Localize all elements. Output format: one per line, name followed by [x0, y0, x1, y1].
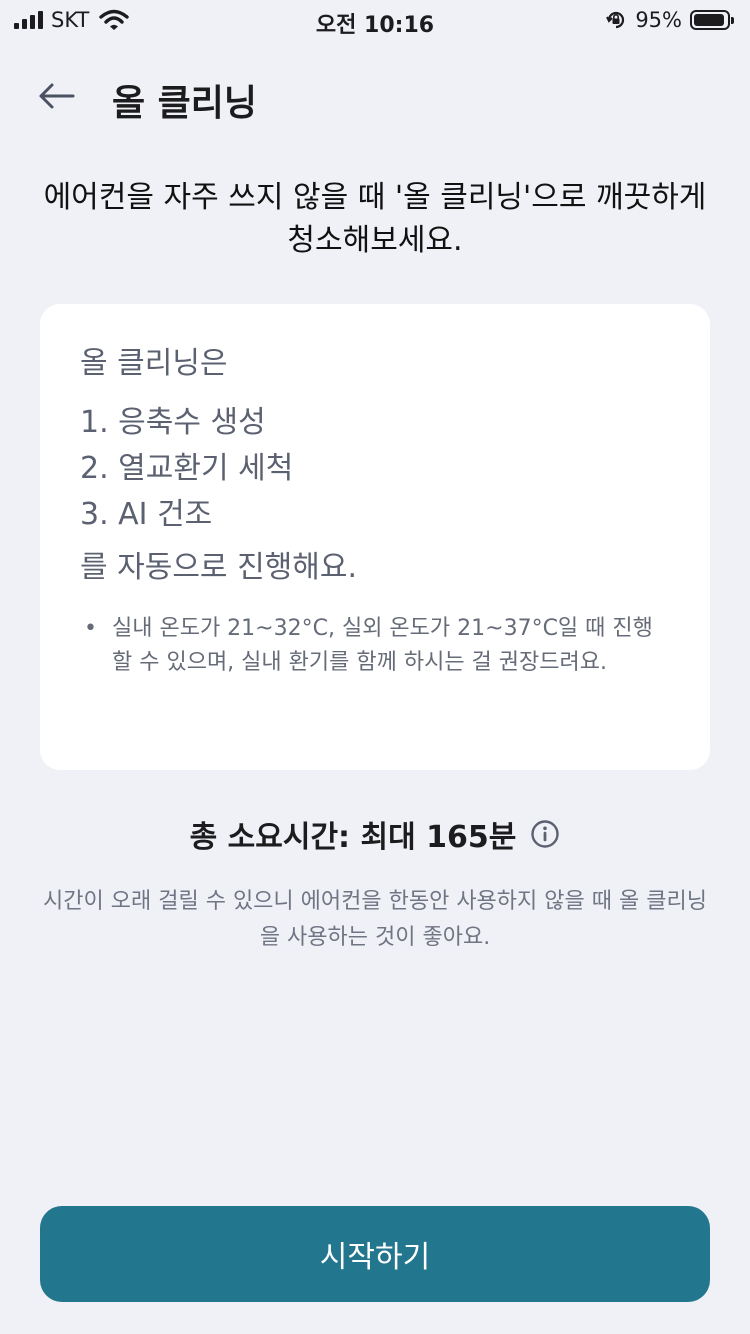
bullet-dot: •	[84, 616, 97, 641]
header: 올 클리닝	[0, 62, 750, 132]
start-button[interactable]: 시작하기	[40, 1206, 710, 1302]
card-tail: 를 자동으로 진행해요.	[80, 550, 358, 585]
step-item: 2. 열교환기 세척	[80, 451, 294, 486]
duration-row: 총 소요시간: 최대 165분	[0, 812, 750, 856]
page-title: 올 클리닝	[112, 83, 258, 124]
description-text: 시간이 오래 걸릴 수 있으니 에어컨을 한동안 사용하지 않을 때 올 클리닝…	[43, 889, 707, 950]
step-item: 1. 응축수 생성	[80, 405, 266, 440]
note-text: 실내 온도가 21~32°C, 실외 온도가 21~37°C일 때 진행할 수 …	[112, 616, 653, 675]
temperature-note: • 실내 온도가 21~32°C, 실외 온도가 21~37°C일 때 진행할 …	[80, 612, 670, 680]
step-list: 1. 응축수 생성 2. 열교환기 세척 3. AI 건조	[80, 400, 670, 538]
info-card: 올 클리닝은 1. 응축수 생성 2. 열교환기 세척 3. AI 건조 를 자…	[40, 304, 710, 770]
card-lead: 올 클리닝은	[80, 346, 228, 381]
status-bar: SKT 오전 10:16 95%	[0, 0, 750, 40]
step-item: 3. AI 건조	[80, 497, 213, 532]
back-arrow-icon	[39, 83, 75, 109]
battery-level	[694, 14, 725, 26]
info-button[interactable]	[530, 819, 560, 849]
back-button[interactable]	[36, 76, 76, 116]
rotation-lock-icon	[606, 11, 625, 29]
info-icon	[531, 820, 560, 848]
intro-text: 에어컨을 자주 쓰지 않을 때 '올 클리닝'으로 깨끗하게 청소해보세요.	[43, 180, 707, 258]
total-duration: 총 소요시간: 최대 165분	[189, 820, 517, 855]
battery-percent: 95%	[635, 8, 682, 32]
battery-icon	[690, 10, 734, 30]
